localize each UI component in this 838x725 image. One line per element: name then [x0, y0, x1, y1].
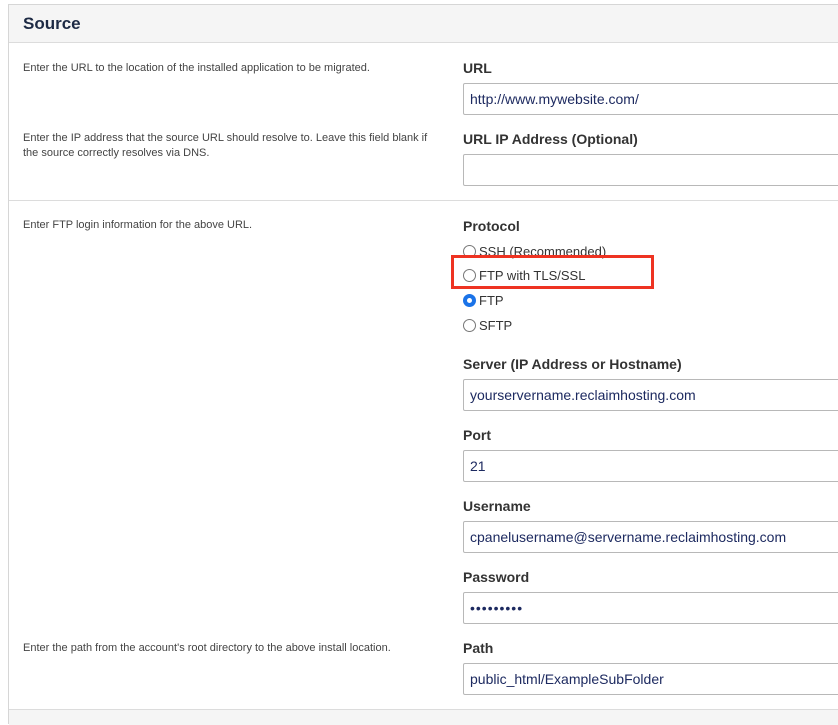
port-input[interactable]: [463, 450, 838, 482]
username-input[interactable]: [463, 521, 838, 553]
path-help-text: Enter the path from the account's root d…: [23, 642, 391, 654]
section-divider: [9, 200, 838, 201]
panel-title: Source: [23, 14, 81, 33]
password-input[interactable]: [463, 592, 838, 624]
ip-label: URL IP Address (Optional): [463, 131, 638, 147]
ftp-help-text: Enter FTP login information for the abov…: [23, 219, 253, 231]
highlight-box: [451, 255, 654, 289]
url-input[interactable]: [463, 83, 838, 115]
radio-option-sftp[interactable]: SFTP: [463, 315, 512, 335]
username-label: Username: [463, 498, 531, 514]
source-panel: Source Enter the URL to the location of …: [8, 4, 838, 725]
radio-label-sftp: SFTP: [479, 317, 513, 333]
port-label: Port: [463, 427, 491, 443]
ip-help-text: Enter the IP address that the source URL…: [23, 132, 428, 159]
ip-input[interactable]: [463, 154, 838, 186]
panel-header: Source: [9, 5, 838, 43]
url-label: URL: [463, 60, 492, 76]
password-label: Password: [463, 569, 530, 585]
server-input[interactable]: [463, 379, 838, 411]
path-input[interactable]: [463, 663, 838, 695]
radio-option-ftp[interactable]: FTP: [463, 290, 504, 310]
url-help-text: Enter the URL to the location of the ins…: [23, 62, 370, 74]
panel-footer: [9, 709, 838, 725]
radio-button-sftp[interactable]: [463, 318, 476, 332]
path-label: Path: [463, 640, 494, 656]
server-label: Server (IP Address or Hostname): [463, 356, 682, 372]
radio-button-ftp[interactable]: [463, 293, 476, 307]
radio-label-ftp: FTP: [479, 292, 504, 308]
protocol-label: Protocol: [463, 218, 520, 234]
